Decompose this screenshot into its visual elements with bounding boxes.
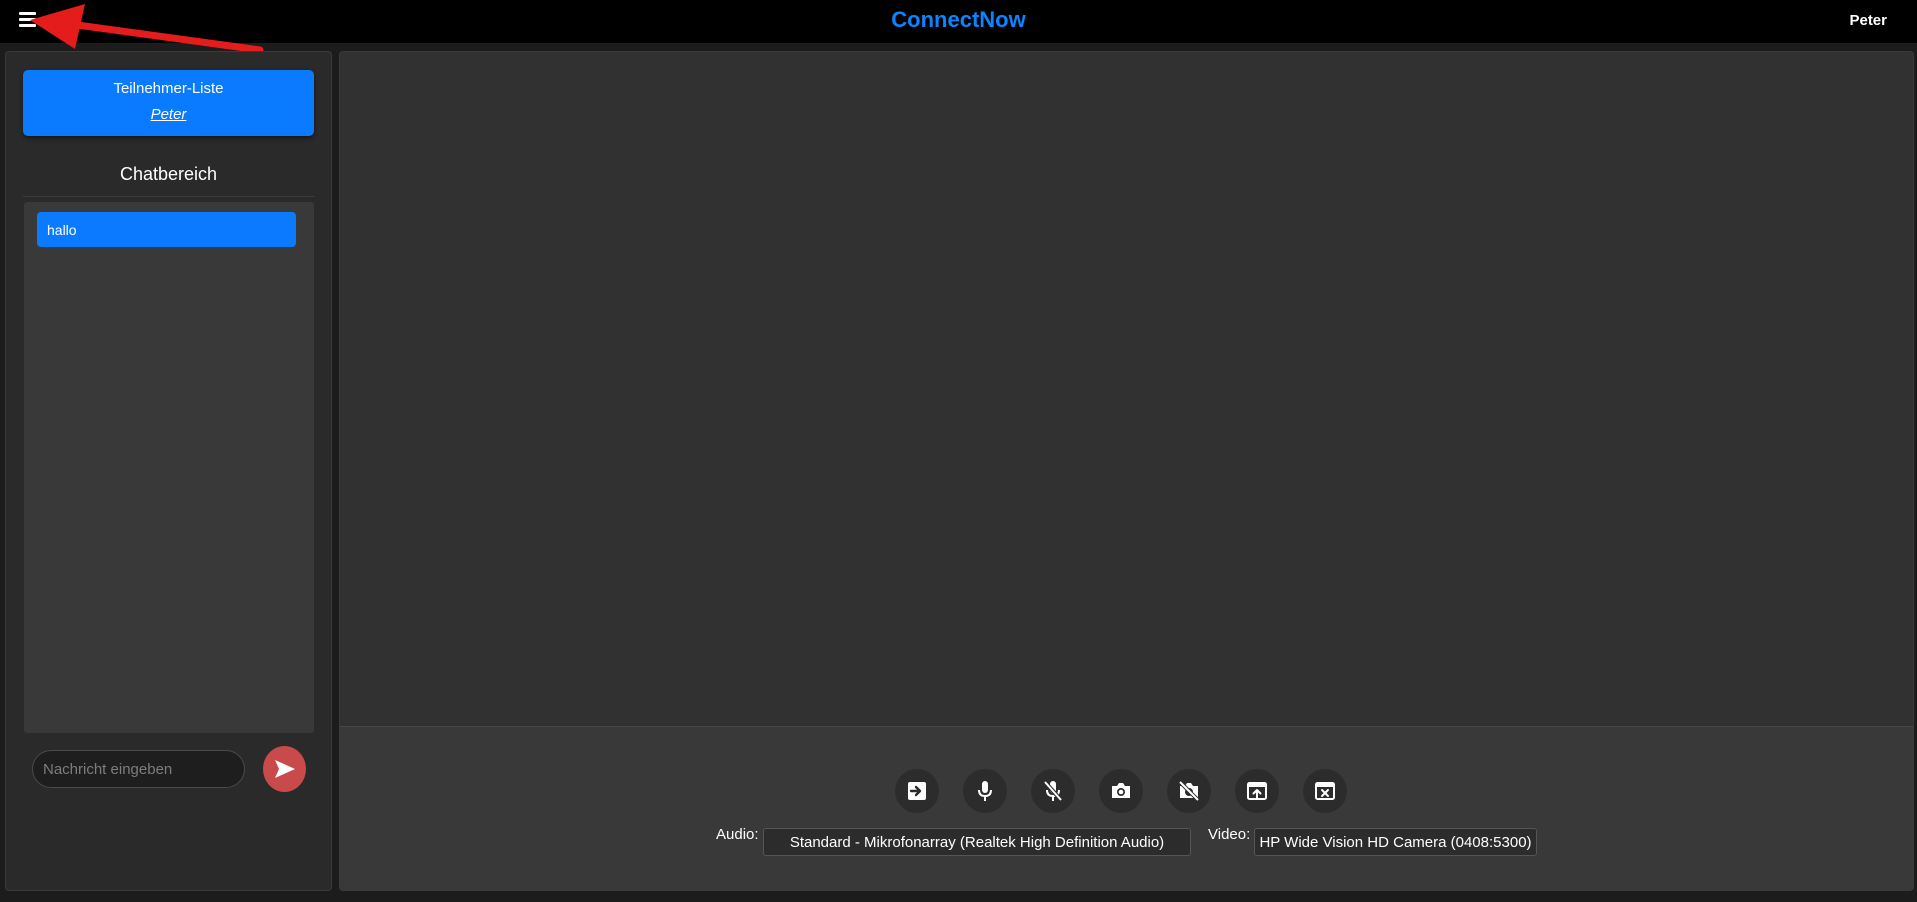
join-button[interactable] <box>895 769 939 813</box>
app-title: ConnectNow <box>891 7 1026 32</box>
video-area <box>340 52 1913 726</box>
chat-heading: Chatbereich <box>119 164 218 184</box>
controls-bar: Audio: Standard - Mikrofonarray (Realtek… <box>340 726 1913 890</box>
divider <box>23 196 314 197</box>
chat-message-input[interactable] <box>32 750 245 788</box>
stop-screen-share-button[interactable] <box>1303 769 1347 813</box>
microphone-mute-button[interactable] <box>1031 769 1075 813</box>
screen-share-button[interactable] <box>1235 769 1279 813</box>
send-button[interactable] <box>263 746 306 792</box>
chat-message: hallo <box>37 212 296 247</box>
video-device-select[interactable]: HP Wide Vision HD Camera (0408:5300) <box>1254 828 1537 856</box>
video-label: Video: <box>1208 826 1251 843</box>
audio-label: Audio: <box>716 826 759 843</box>
sidebar: Teilnehmer-Liste Peter Chatbereich hallo <box>5 51 332 891</box>
chat-message-list[interactable]: hallo <box>24 202 314 733</box>
microphone-icon <box>978 781 992 801</box>
close-screen-share-icon <box>1315 782 1335 800</box>
send-icon <box>274 760 295 778</box>
camera-off-icon <box>1178 780 1200 802</box>
screen-share-icon <box>1247 782 1267 800</box>
join-icon <box>908 782 926 800</box>
participant-list-card: Teilnehmer-Liste Peter <box>23 70 314 136</box>
audio-device-select[interactable]: Standard - Mikrofonarray (Realtek High D… <box>763 828 1191 856</box>
microphone-off-icon <box>1043 780 1063 802</box>
current-user-name: Peter <box>1849 12 1887 29</box>
camera-button[interactable] <box>1099 769 1143 813</box>
top-bar: ConnectNow Peter <box>0 0 1917 43</box>
participant-name-link[interactable]: Peter <box>151 106 187 123</box>
participant-list-title: Teilnehmer-Liste <box>113 80 224 97</box>
microphone-button[interactable] <box>963 769 1007 813</box>
main-panel: Audio: Standard - Mikrofonarray (Realtek… <box>339 51 1914 891</box>
camera-off-button[interactable] <box>1167 769 1211 813</box>
camera-icon <box>1112 783 1130 798</box>
